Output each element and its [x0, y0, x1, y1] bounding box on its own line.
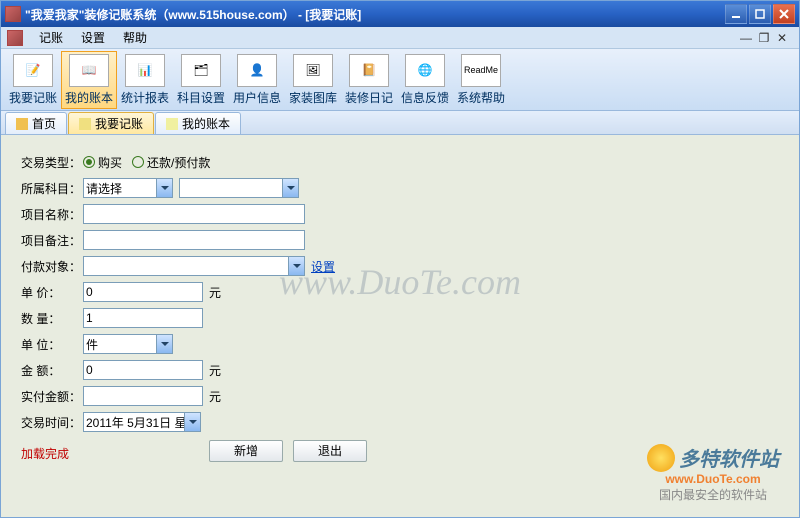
price-input[interactable]	[83, 282, 203, 302]
menu-journal[interactable]: 记账	[31, 27, 71, 48]
payee-select[interactable]	[83, 256, 305, 276]
radio-buy[interactable]: 购买	[83, 154, 122, 171]
menu-help[interactable]: 帮助	[115, 27, 155, 48]
tool-feedback[interactable]: 🌐信息反馈	[397, 51, 453, 109]
globe-icon: 🌐	[405, 54, 445, 87]
tool-help[interactable]: ReadMe系统帮助	[453, 51, 509, 109]
new-button[interactable]: 新增	[209, 440, 283, 462]
sticky-notes-icon: 🗂	[181, 54, 221, 87]
picture-icon: 🖼	[293, 54, 333, 87]
paid-input[interactable]	[83, 386, 203, 406]
tab-strip: 首页 我要记账 我的账本	[1, 111, 799, 135]
tool-reports[interactable]: 📊统计报表	[117, 51, 173, 109]
title-bar: "我爱我家"装修记账系统（www.515house.com） - [我要记账]	[1, 1, 799, 27]
status-text: 加载完成	[21, 445, 69, 462]
readme-icon: ReadMe	[461, 54, 501, 87]
price-label: 单 价：	[21, 284, 83, 301]
tool-ledger[interactable]: 📖我的账本	[61, 51, 117, 109]
radio-refund[interactable]: 还款/预付款	[132, 154, 210, 171]
subject-select-1[interactable]	[83, 178, 173, 198]
date-picker[interactable]	[83, 412, 201, 432]
price-unit: 元	[209, 284, 221, 301]
exit-button[interactable]: 退出	[293, 440, 367, 462]
tool-diary[interactable]: 📔装修日记	[341, 51, 397, 109]
remark-input[interactable]	[83, 230, 305, 250]
note-icon	[79, 118, 91, 130]
name-input[interactable]	[83, 204, 305, 224]
paid-unit: 元	[209, 388, 221, 405]
qty-label: 数 量：	[21, 310, 83, 327]
pencil-note-icon: 📝	[13, 54, 53, 87]
type-radio-group: 购买 还款/预付款	[83, 154, 210, 171]
window-title: "我爱我家"装修记账系统（www.515house.com） - [我要记账]	[25, 6, 725, 23]
maximize-button[interactable]	[749, 4, 771, 24]
minimize-button[interactable]	[725, 4, 747, 24]
tool-journal[interactable]: 📝我要记账	[5, 51, 61, 109]
subject-label: 所属科目：	[21, 180, 83, 197]
amount-unit: 元	[209, 362, 221, 379]
unit-select[interactable]	[83, 334, 173, 354]
menu-settings[interactable]: 设置	[73, 27, 113, 48]
chart-icon: 📊	[125, 54, 165, 87]
tool-user[interactable]: 👤用户信息	[229, 51, 285, 109]
paid-label: 实付金额：	[21, 388, 83, 405]
mdi-close-button[interactable]: ✕	[775, 31, 789, 45]
date-label: 交易时间：	[21, 414, 83, 431]
user-card-icon: 👤	[237, 54, 277, 87]
app-icon	[5, 6, 21, 22]
brand-site: www.DuoTe.com	[647, 472, 779, 486]
type-label: 交易类型：	[21, 154, 83, 171]
folder-icon	[16, 118, 28, 130]
brand-tagline: 国内最安全的软件站	[647, 486, 779, 503]
tool-subjects[interactable]: 🗂科目设置	[173, 51, 229, 109]
amount-label: 金 额：	[21, 362, 83, 379]
name-label: 项目名称：	[21, 206, 83, 223]
tab-ledger[interactable]: 我的账本	[155, 112, 241, 134]
payee-settings-link[interactable]: 设置	[311, 258, 335, 275]
tab-journal[interactable]: 我要记账	[68, 112, 154, 134]
mdi-restore-button[interactable]: ❐	[757, 31, 771, 45]
book-icon: 📔	[349, 54, 389, 87]
mdi-minimize-button[interactable]: —	[739, 31, 753, 45]
toolbar: 📝我要记账 📖我的账本 📊统计报表 🗂科目设置 👤用户信息 🖼家装图库 📔装修日…	[1, 49, 799, 111]
subject-select-2[interactable]	[179, 178, 299, 198]
brand-name: 多特软件站	[679, 443, 779, 472]
star-icon	[647, 444, 675, 472]
tab-home[interactable]: 首页	[5, 112, 67, 134]
payee-label: 付款对象：	[21, 258, 83, 275]
close-button[interactable]	[773, 4, 795, 24]
tool-gallery[interactable]: 🖼家装图库	[285, 51, 341, 109]
qty-input[interactable]	[83, 308, 203, 328]
book-small-icon	[166, 118, 178, 130]
amount-input[interactable]	[83, 360, 203, 380]
unit-label: 单 位：	[21, 336, 83, 353]
menu-bar: 记账 设置 帮助 — ❐ ✕	[1, 27, 799, 49]
brand-block: 多特软件站 www.DuoTe.com 国内最安全的软件站	[647, 443, 779, 503]
menu-icon	[7, 30, 23, 46]
remark-label: 项目备注：	[21, 232, 83, 249]
open-book-icon: 📖	[69, 54, 109, 87]
